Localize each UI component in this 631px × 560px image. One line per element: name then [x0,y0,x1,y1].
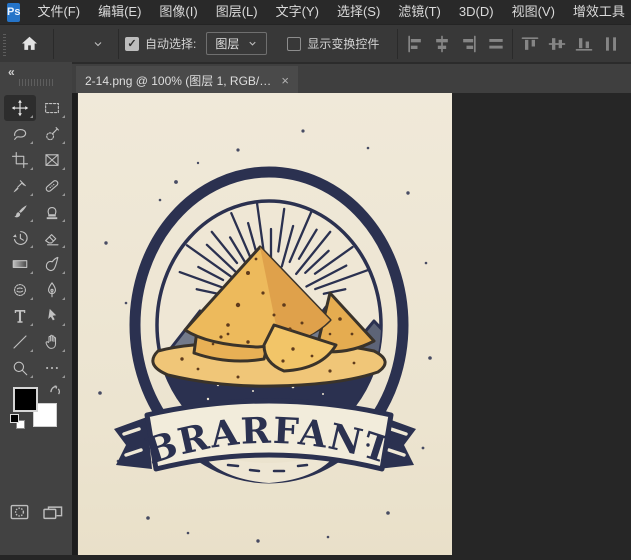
frame-tool[interactable] [36,147,68,173]
eyedropper-tool[interactable] [4,173,36,199]
foreground-color-swatch[interactable] [13,387,38,412]
collapse-panel-icon[interactable]: « [8,65,14,79]
gradient-tool[interactable] [4,251,36,277]
align-group-horizontal [404,33,506,54]
canvas-area: BAEANBNEEREED [72,93,631,555]
eraser-tool[interactable] [36,225,68,251]
zoom-tool[interactable] [4,355,36,381]
home-button[interactable] [12,30,47,58]
menu-item-10[interactable]: 增效工具 [564,0,631,24]
rectangular-marquee-tool[interactable] [36,95,68,121]
pen-tool[interactable] [36,277,68,303]
auto-select-checkbox[interactable]: ✓ [125,37,139,51]
options-bar: ✓ 自动选择: 图层 显示变换控件 [0,24,631,62]
tab-close-icon[interactable]: × [281,73,289,88]
default-foreground-swatch [10,414,19,423]
distribute-horizontal-icon[interactable] [485,33,506,54]
auto-select-target-dropdown[interactable]: 图层 [206,32,267,55]
tools-panel-grip[interactable] [19,79,53,86]
align-top-icon[interactable] [519,33,540,54]
separator [512,29,513,59]
path-selection-tool[interactable] [36,303,68,329]
menu-item-6[interactable]: 选择(S) [328,0,389,24]
photoshop-logo[interactable]: Ps [7,3,20,22]
open-document[interactable]: BAEANBNEEREED [78,93,452,555]
tab-bar: 2-14.png @ 100% (图层 1, RGB/8#) × [72,62,631,93]
swap-colors-icon[interactable] [48,384,62,402]
menubar: Ps 文件(F)编辑(E)图像(I)图层(L)文字(Y)选择(S)滤镜(T)3D… [0,0,631,24]
edit-toolbar-icon[interactable] [36,355,68,381]
document-tab[interactable]: 2-14.png @ 100% (图层 1, RGB/8#) × [76,66,298,95]
color-swatches [0,386,72,436]
separator [53,29,54,59]
dodge-tool[interactable] [4,277,36,303]
type-tool[interactable] [4,303,36,329]
tools-panel: « [0,62,72,555]
align-horizontal-center-icon[interactable] [431,33,452,54]
show-transform-label: 显示变换控件 [307,35,379,52]
photoshop-window: Ps 文件(F)编辑(E)图像(I)图层(L)文字(Y)选择(S)滤镜(T)3D… [0,0,631,555]
separator [118,29,119,59]
move-icon [68,34,85,54]
options-bar-grip[interactable] [3,32,6,56]
logo-artwork: BAEANBNEEREED [78,93,452,555]
quick-mask-icon[interactable] [10,504,29,526]
menu-item-1[interactable]: 文件(F) [28,0,89,24]
screen-mode-icon[interactable] [42,504,64,527]
align-group-vertical [519,33,621,54]
move-tool[interactable] [4,95,36,121]
align-bottom-icon[interactable] [573,33,594,54]
align-vertical-center-icon[interactable] [546,33,567,54]
separator [397,29,398,59]
quick-selection-tool[interactable] [36,121,68,147]
menu-item-2[interactable]: 编辑(E) [89,0,150,24]
chevron-down-icon [92,38,104,50]
menu-item-8[interactable]: 3D(D) [450,0,503,24]
document-tab-title: 2-14.png @ 100% (图层 1, RGB/8#) [85,72,273,89]
align-right-icon[interactable] [458,33,479,54]
auto-select-label: 自动选择: [145,35,196,52]
distribute-vertical-icon[interactable] [600,33,621,54]
move-tool-preset[interactable] [60,30,112,58]
menu-item-5[interactable]: 文字(Y) [267,0,328,24]
chevron-down-icon [247,38,258,49]
menu-items: 文件(F)编辑(E)图像(I)图层(L)文字(Y)选择(S)滤镜(T)3D(D)… [28,0,631,24]
auto-select-target-value: 图层 [215,35,239,52]
clone-stamp-tool[interactable] [36,199,68,225]
show-transform-checkbox[interactable] [287,37,301,51]
align-left-icon[interactable] [404,33,425,54]
hand-tool[interactable] [36,329,68,355]
tools-grid [4,95,68,381]
history-brush-tool[interactable] [4,225,36,251]
menu-item-3[interactable]: 图像(I) [150,0,206,24]
menu-item-4[interactable]: 图层(L) [207,0,267,24]
home-icon [20,34,39,53]
healing-brush-tool[interactable] [36,173,68,199]
brush-tool[interactable] [4,199,36,225]
default-colors-icon[interactable] [10,414,25,429]
lasso-tool[interactable] [4,121,36,147]
line-tool[interactable] [4,329,36,355]
crop-tool[interactable] [4,147,36,173]
smudge-tool[interactable] [36,251,68,277]
menu-item-7[interactable]: 滤镜(T) [389,0,450,24]
menu-item-9[interactable]: 视图(V) [503,0,564,24]
